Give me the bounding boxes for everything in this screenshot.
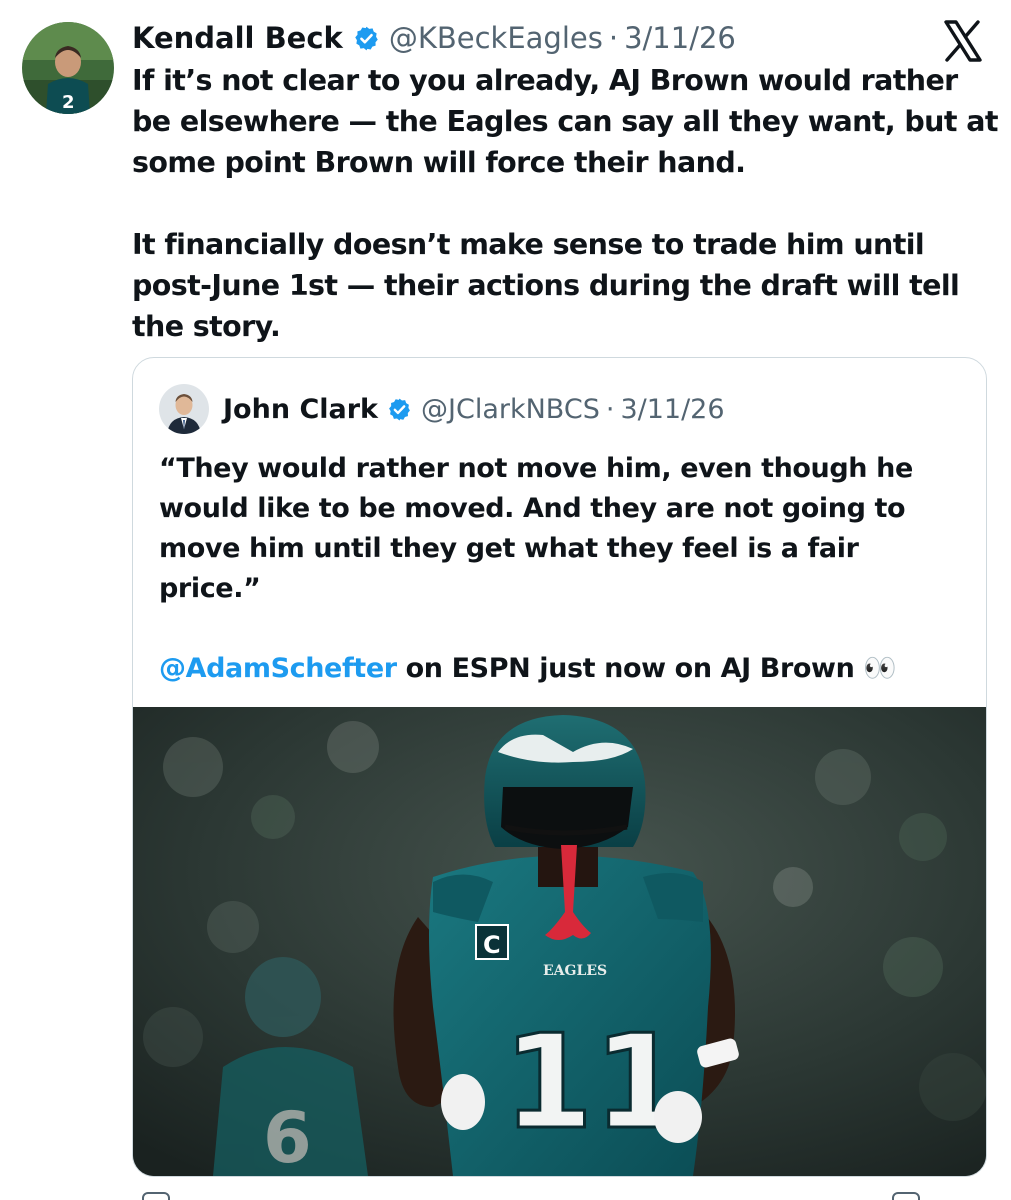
jersey-number: 11 xyxy=(503,1006,684,1158)
quoted-author-handle[interactable]: @JClarkNBCS xyxy=(421,394,600,425)
tweet-paragraph-2: It financially doesn’t make sense to tra… xyxy=(132,228,960,343)
tweet-date[interactable]: 3/11/26 xyxy=(624,21,736,55)
author-avatar[interactable]: 2 xyxy=(22,22,114,114)
quoted-paragraph-2: @AdamSchefter on ESPN just now on AJ Bro… xyxy=(159,649,959,689)
quoted-tweet-card[interactable]: John Clark @JClarkNBCS · 3/11/26 “They w… xyxy=(132,357,987,1177)
bookmark-icon[interactable] xyxy=(892,1192,920,1200)
chest-wordmark: EAGLES xyxy=(543,963,607,979)
quoted-author-name[interactable]: John Clark xyxy=(223,394,378,425)
svg-text:2: 2 xyxy=(62,92,75,113)
eyes-emoji: 👀 xyxy=(863,653,898,684)
tweet-photo[interactable]: 6 C EAGLES 11 xyxy=(133,707,986,1176)
quoted-author-avatar[interactable] xyxy=(159,384,209,434)
quoted-tweet-header: John Clark @JClarkNBCS · 3/11/26 xyxy=(223,389,725,429)
tweet-header: Kendall Beck @KBeckEagles · 3/11/26 xyxy=(132,16,736,60)
quoted-paragraph-2-text: on ESPN just now on AJ Brown xyxy=(396,653,864,684)
x-logo-icon[interactable] xyxy=(940,18,986,64)
author-handle[interactable]: @KBeckEagles xyxy=(389,21,603,55)
mention-link[interactable]: @AdamSchefter xyxy=(159,653,397,684)
tweet-text: If it’s not clear to you already, AJ Bro… xyxy=(132,60,1002,347)
tweet-paragraph-1: If it’s not clear to you already, AJ Bro… xyxy=(132,64,998,179)
quoted-tweet-date[interactable]: 3/11/26 xyxy=(620,394,724,425)
background-jersey-number: 6 xyxy=(263,1097,312,1176)
separator-dot: · xyxy=(605,393,615,425)
tweet-actions xyxy=(132,1192,987,1200)
verified-badge-icon xyxy=(387,397,412,422)
quoted-tweet-text: “They would rather not move him, even th… xyxy=(159,449,959,689)
quoted-paragraph-1: “They would rather not move him, even th… xyxy=(159,453,913,604)
captain-patch: C xyxy=(483,931,501,959)
verified-badge-icon xyxy=(353,25,380,52)
separator-dot: · xyxy=(608,21,619,55)
author-name[interactable]: Kendall Beck xyxy=(132,21,343,55)
reply-icon[interactable] xyxy=(142,1192,170,1200)
